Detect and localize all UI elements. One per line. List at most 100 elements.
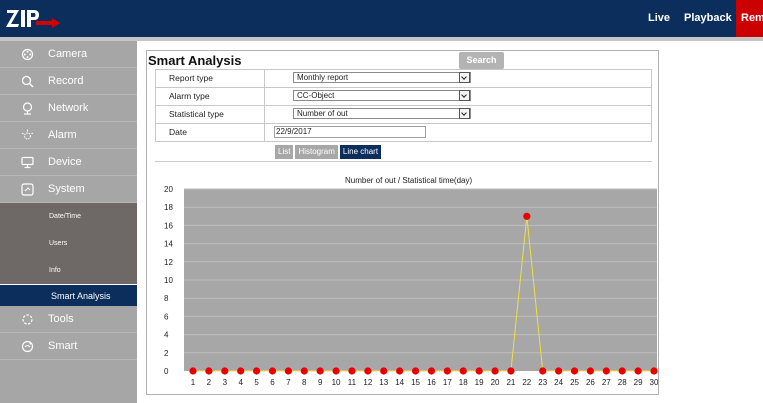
sidebar-item-label: Tools bbox=[48, 313, 74, 325]
data-point bbox=[491, 367, 499, 375]
y-tick-label: 14 bbox=[164, 240, 173, 249]
x-tick-label: 7 bbox=[286, 378, 291, 387]
x-tick-label: 16 bbox=[427, 378, 436, 387]
x-tick-label: 18 bbox=[459, 378, 468, 387]
sidebar-subitem-smart-analysis[interactable]: Smart Analysis bbox=[0, 284, 137, 306]
data-point bbox=[268, 367, 277, 375]
data-point bbox=[586, 367, 595, 375]
alarm-icon bbox=[21, 129, 34, 142]
sidebar-subitem-label: Smart Analysis bbox=[51, 291, 111, 301]
data-point bbox=[364, 367, 372, 375]
x-tick-label: 12 bbox=[363, 378, 372, 387]
x-tick-label: 30 bbox=[650, 378, 658, 387]
sidebar-item-label: Network bbox=[48, 102, 89, 114]
x-tick-label: 11 bbox=[348, 378, 357, 387]
sidebar-subitem-datetime[interactable]: Date/Time bbox=[0, 203, 137, 230]
nav-live[interactable]: Live bbox=[648, 0, 670, 37]
data-point bbox=[411, 367, 420, 375]
sidebar-item-alarm[interactable]: Alarm bbox=[0, 122, 137, 149]
nav-remote[interactable]: Rem bbox=[736, 0, 763, 37]
sidebar-item-label: System bbox=[48, 183, 85, 195]
data-point bbox=[570, 367, 579, 375]
y-tick-label: 16 bbox=[164, 221, 173, 230]
y-tick-label: 8 bbox=[164, 294, 169, 303]
data-point bbox=[539, 367, 547, 375]
system-submenu: Date/Time Users Info Smart Analysis bbox=[0, 203, 137, 306]
sidebar-subitem-label: Date/Time bbox=[49, 213, 82, 220]
x-tick-label: 1 bbox=[191, 378, 196, 387]
y-tick-label: 12 bbox=[164, 258, 173, 267]
sidebar-item-label: Camera bbox=[48, 48, 88, 60]
x-tick-label: 6 bbox=[270, 378, 275, 387]
x-tick-label: 14 bbox=[395, 378, 404, 387]
sidebar-item-device[interactable]: Device bbox=[0, 149, 137, 176]
sidebar-item-label: Record bbox=[48, 75, 84, 87]
x-tick-label: 28 bbox=[618, 378, 627, 387]
data-point bbox=[650, 367, 658, 375]
y-tick-label: 4 bbox=[164, 331, 169, 340]
data-point bbox=[634, 367, 642, 375]
data-point bbox=[396, 367, 404, 375]
x-tick-label: 29 bbox=[634, 378, 643, 387]
tools-icon bbox=[21, 313, 34, 326]
nav-playback[interactable]: Playback bbox=[684, 0, 732, 37]
sidebar-item-record[interactable]: Record bbox=[0, 68, 137, 95]
x-tick-label: 27 bbox=[602, 378, 611, 387]
x-tick-label: 10 bbox=[332, 378, 341, 387]
data-point bbox=[189, 367, 197, 375]
data-point bbox=[221, 367, 229, 375]
data-point bbox=[523, 212, 531, 220]
system-icon bbox=[21, 183, 34, 196]
x-tick-label: 5 bbox=[254, 378, 259, 387]
data-point bbox=[443, 367, 451, 375]
x-tick-label: 9 bbox=[318, 378, 323, 387]
x-tick-label: 19 bbox=[475, 378, 484, 387]
camera-icon bbox=[21, 48, 34, 61]
x-tick-label: 25 bbox=[570, 378, 579, 387]
sidebar-item-system[interactable]: System bbox=[0, 176, 137, 203]
top-bar: Live Playback Rem bbox=[0, 0, 763, 37]
sidebar-subitem-users[interactable]: Users bbox=[0, 230, 137, 257]
sidebar-subitem-info[interactable]: Info bbox=[0, 257, 137, 284]
search-icon bbox=[21, 75, 34, 88]
data-point bbox=[316, 367, 324, 375]
sidebar-item-camera[interactable]: Camera bbox=[0, 41, 137, 68]
smart-analysis-panel: Smart Analysis Search Report type Monthl… bbox=[146, 50, 659, 395]
y-tick-label: 18 bbox=[164, 203, 173, 212]
data-point bbox=[380, 367, 388, 375]
data-point bbox=[475, 367, 483, 375]
sidebar-item-label: Alarm bbox=[48, 129, 77, 141]
sidebar-subitem-label: Info bbox=[49, 267, 61, 274]
sidebar-item-tools[interactable]: Tools bbox=[0, 306, 137, 333]
device-icon bbox=[21, 156, 34, 169]
sidebar-item-smart[interactable]: Smart bbox=[0, 333, 137, 360]
data-point bbox=[459, 367, 467, 375]
data-point bbox=[205, 367, 213, 375]
x-tick-label: 20 bbox=[491, 378, 500, 387]
data-point bbox=[237, 367, 245, 375]
y-tick-label: 0 bbox=[164, 367, 169, 376]
sidebar-item-label: Smart bbox=[48, 340, 78, 352]
data-point bbox=[252, 367, 261, 375]
x-tick-label: 15 bbox=[411, 378, 420, 387]
zip-logo bbox=[6, 7, 66, 31]
y-tick-label: 10 bbox=[164, 276, 173, 285]
data-point bbox=[602, 367, 610, 375]
y-tick-label: 6 bbox=[164, 312, 169, 321]
data-point bbox=[555, 367, 563, 375]
x-tick-label: 23 bbox=[538, 378, 547, 387]
line-chart: 024681012141618201 2 3 4 5 6 7 8 9 10 11 12 13 14 15 16… bbox=[164, 185, 658, 387]
data-point bbox=[332, 367, 340, 375]
x-tick-label: 8 bbox=[302, 378, 307, 387]
sidebar-item-network[interactable]: Network bbox=[0, 95, 137, 122]
data-point bbox=[618, 367, 626, 375]
sidebar-item-label: Device bbox=[48, 156, 82, 168]
data-point bbox=[427, 367, 436, 375]
data-point bbox=[348, 367, 356, 375]
sidebar-subitem-label: Users bbox=[49, 240, 68, 247]
x-tick-label: 2 bbox=[207, 378, 212, 387]
data-point bbox=[507, 367, 515, 375]
x-tick-label: 22 bbox=[522, 378, 531, 387]
x-tick-label: 21 bbox=[506, 378, 515, 387]
y-tick-label: 2 bbox=[164, 349, 169, 358]
